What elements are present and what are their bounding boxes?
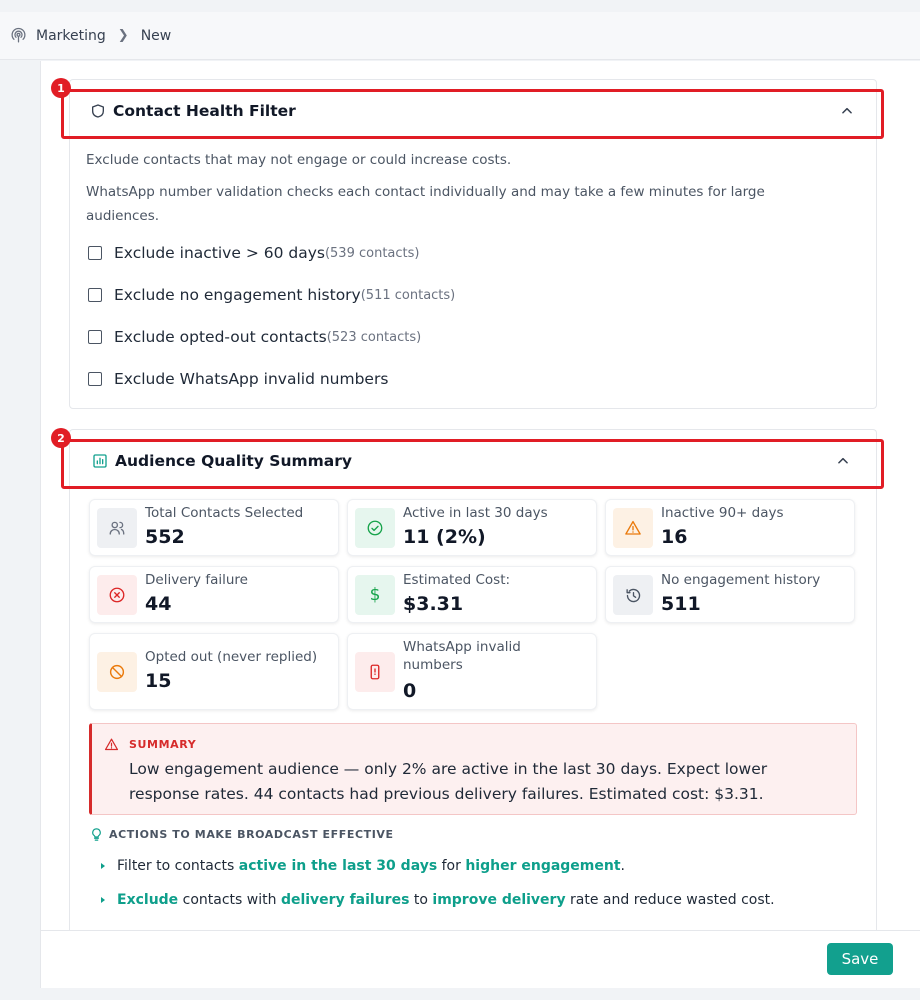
action-highlight: higher engagement [465, 858, 621, 874]
summary-title: SUMMARY [129, 738, 197, 751]
broadcast-icon [11, 27, 26, 43]
bullet-arrow-icon [101, 897, 105, 903]
stat-active-30-days: Active in last 30 days 11 (2%) [347, 499, 597, 556]
filter-count: (539 contacts) [324, 245, 420, 261]
stat-label: Opted out (never replied) [145, 649, 318, 665]
stat-value: 44 [145, 593, 172, 615]
stat-label: WhatsApp invalid numbers [403, 638, 521, 674]
stat-inactive-90: Inactive 90+ days 16 [605, 499, 855, 556]
action-text: contacts with [182, 892, 277, 908]
stat-label: Active in last 30 days [403, 505, 548, 521]
validation-note-line2: audiences. [86, 208, 160, 224]
phone-icon [355, 652, 395, 692]
validation-note: WhatsApp number validation checks each c… [86, 180, 765, 228]
action-text: to [413, 892, 428, 908]
filter-label: Exclude opted-out contacts [114, 328, 327, 346]
top-bar: Marketing ❯ New [0, 12, 920, 60]
action-highlight: Exclude [117, 892, 179, 908]
action-highlight: delivery failures [280, 892, 410, 908]
action-text: Filter to contacts [117, 858, 235, 874]
stat-label: No engagement history [661, 572, 821, 588]
summary-alert: SUMMARY Low engagement audience — only 2… [89, 723, 857, 815]
stat-label: Total Contacts Selected [145, 505, 304, 521]
checkbox[interactable] [88, 288, 102, 302]
checkbox[interactable] [88, 246, 102, 260]
filter-count: (523 contacts) [326, 329, 422, 345]
filter-no-engagement[interactable]: Exclude no engagement history (511 conta… [88, 286, 455, 304]
action-highlight: improve delivery [432, 892, 566, 908]
step-badge-1: 1 [51, 78, 71, 98]
filter-whatsapp-invalid[interactable]: Exclude WhatsApp invalid numbers [88, 370, 388, 388]
summary-line2: response rates. 44 contacts had previous… [129, 785, 764, 803]
stat-value: $3.31 [403, 593, 464, 615]
filter-inactive-60[interactable]: Exclude inactive > 60 days (539 contacts… [88, 244, 419, 262]
stat-value: 11 (2%) [403, 526, 486, 548]
stat-total-contacts: Total Contacts Selected 552 [89, 499, 339, 556]
stat-delivery-failure: Delivery failure 44 [89, 566, 339, 623]
summary-line1: Low engagement audience — only 2% are ac… [129, 760, 768, 778]
stat-label: Inactive 90+ days [661, 505, 784, 521]
stat-whatsapp-invalid: WhatsApp invalid numbers 0 [347, 633, 597, 710]
breadcrumb-current: New [140, 27, 172, 44]
stat-label: Estimated Cost: [403, 572, 511, 588]
stat-no-engagement: No engagement history 511 [605, 566, 855, 623]
filter-label: Exclude WhatsApp invalid numbers [114, 370, 389, 388]
action-text: rate and reduce wasted cost. [570, 892, 775, 908]
dollar-icon: $ [355, 575, 395, 615]
checkbox[interactable] [88, 330, 102, 344]
lightbulb-icon [92, 828, 101, 841]
stat-value: 15 [145, 670, 172, 692]
history-icon [613, 575, 653, 615]
ban-icon [97, 652, 137, 692]
filter-label: Exclude no engagement history [114, 286, 361, 304]
checkbox[interactable] [88, 372, 102, 386]
save-button[interactable]: Save [827, 943, 893, 975]
validation-note-line1: WhatsApp number validation checks each c… [86, 184, 765, 200]
users-icon [97, 508, 137, 548]
summary-text: Low engagement audience — only 2% are ac… [129, 757, 849, 807]
main-panel: Contact Health Filter Exclude contacts t… [40, 61, 920, 988]
highlight-box-2 [61, 439, 884, 489]
highlight-box-1 [61, 89, 884, 139]
stat-value: 552 [145, 526, 185, 548]
footer-bar: Save [41, 930, 920, 988]
action-item: Exclude contacts with delivery failures … [101, 892, 775, 908]
action-text: for [441, 858, 461, 874]
stat-value: 0 [403, 680, 417, 702]
actions-heading-text: ACTIONS TO MAKE BROADCAST EFFECTIVE [109, 828, 394, 841]
contact-health-description: Exclude contacts that may not engage or … [86, 152, 512, 168]
action-highlight: active in the last 30 days [238, 858, 438, 874]
filter-opted-out[interactable]: Exclude opted-out contacts (523 contacts… [88, 328, 421, 346]
warning-icon [613, 508, 653, 548]
stat-estimated-cost: $ Estimated Cost: $3.31 [347, 566, 597, 623]
warning-icon [104, 738, 119, 751]
x-circle-icon [97, 575, 137, 615]
breadcrumb-marketing[interactable]: Marketing [36, 28, 106, 44]
check-circle-icon [355, 508, 395, 548]
action-item: Filter to contacts active in the last 30… [101, 858, 625, 874]
stat-value: 16 [661, 526, 688, 548]
filter-label: Exclude inactive > 60 days [114, 244, 325, 262]
filter-count: (511 contacts) [360, 287, 456, 303]
stat-opted-out: Opted out (never replied) 15 [89, 633, 339, 710]
action-text: . [620, 858, 625, 874]
actions-heading: ACTIONS TO MAKE BROADCAST EFFECTIVE [89, 827, 394, 842]
bullet-arrow-icon [101, 863, 105, 869]
chevron-right-icon: ❯ [117, 28, 129, 43]
step-badge-2: 2 [51, 428, 71, 448]
stat-label-line2: numbers [403, 657, 463, 673]
stat-value: 511 [661, 593, 701, 615]
stat-label-line1: WhatsApp invalid [403, 639, 521, 655]
stat-label: Delivery failure [145, 572, 248, 588]
breadcrumb: Marketing ❯ New [10, 27, 171, 44]
